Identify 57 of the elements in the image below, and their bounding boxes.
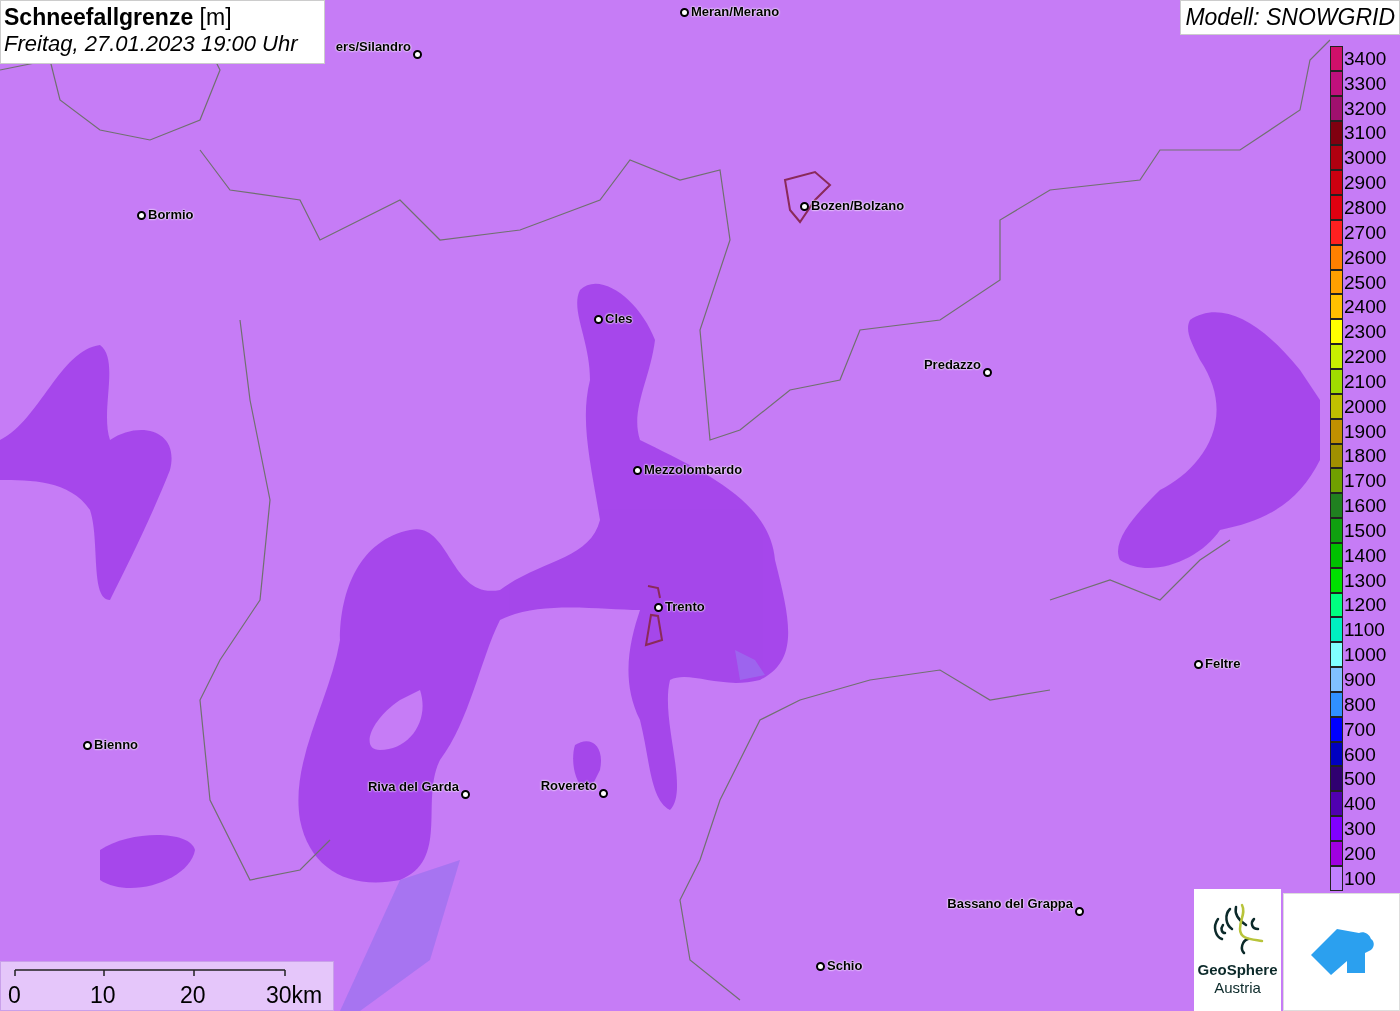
city-label: Cles [605,312,633,325]
city-label: Schio [827,959,863,972]
city-label: Bormio [148,208,194,221]
legend-label: 3300 [1344,73,1387,93]
forecast-datetime: Freitag, 27.01.2023 19:00 Uhr [4,30,300,58]
legend-label: 1400 [1344,545,1387,565]
legend-label: 1900 [1344,421,1387,441]
scale-label: 10 [90,982,116,1008]
legend-label: 200 [1344,843,1376,863]
legend-label: 3000 [1344,148,1387,168]
legend-label: 2000 [1344,396,1387,416]
legend-label: 2900 [1344,173,1387,193]
legend-label: 100 [1344,868,1376,888]
model-label: Modell: SNOWGRID [1180,0,1400,35]
legend-label: 3200 [1344,98,1387,118]
city-label: Predazzo [923,358,981,371]
legend-label: 300 [1344,819,1376,839]
legend-label: 1200 [1344,595,1387,615]
chart-title: Schneefallgrenze [m] [4,4,233,30]
legend-label: 1600 [1344,496,1387,516]
legend-label: 900 [1344,670,1376,689]
scale-label: 30km [266,982,323,1008]
legend-label: 2400 [1344,297,1387,317]
city-label: Bienno [94,738,139,751]
city-label: Mezzolombardo [644,463,743,476]
legend-label: 2100 [1344,371,1387,391]
legend-label: 1500 [1344,520,1387,540]
legend-label: 500 [1344,769,1376,789]
city-label: Trento [665,600,705,613]
legend-label: 1100 [1344,620,1385,640]
city-label: Bozen/Bolzano [811,199,905,212]
scale-label: 0 [8,982,21,1008]
logo-subtitle: Austria [1214,979,1261,997]
legend-label: 3400 [1344,48,1387,68]
legend-label: 600 [1344,744,1376,764]
legend-label: 800 [1344,694,1376,714]
city-label: Bassano del Grappa [947,897,1073,910]
legend-label: 700 [1344,719,1376,739]
legend-label: 2800 [1344,198,1387,217]
city-label: Rovereto [540,779,597,792]
legend-label: 1000 [1344,645,1387,665]
legend-label: 2300 [1344,322,1387,342]
city-label: ers/Silandro [335,40,411,53]
city-label: Riva del Garda [367,780,459,793]
scale-label: 20 [180,982,206,1008]
legend-label: 1300 [1344,570,1387,590]
legend-label: 3100 [1344,123,1387,143]
legend-label: 1700 [1344,471,1387,491]
logo-name: GeoSphere [1197,961,1278,979]
legend-label: 1800 [1344,446,1387,466]
legend-label: 2700 [1344,222,1387,242]
city-label: Meran/Merano [691,5,780,18]
legend-label: 2200 [1344,347,1387,367]
legend-label: 400 [1344,794,1376,814]
city-label: Feltre [1205,657,1241,670]
legend-label: 2500 [1344,272,1387,292]
legend-label: 2600 [1344,247,1387,267]
